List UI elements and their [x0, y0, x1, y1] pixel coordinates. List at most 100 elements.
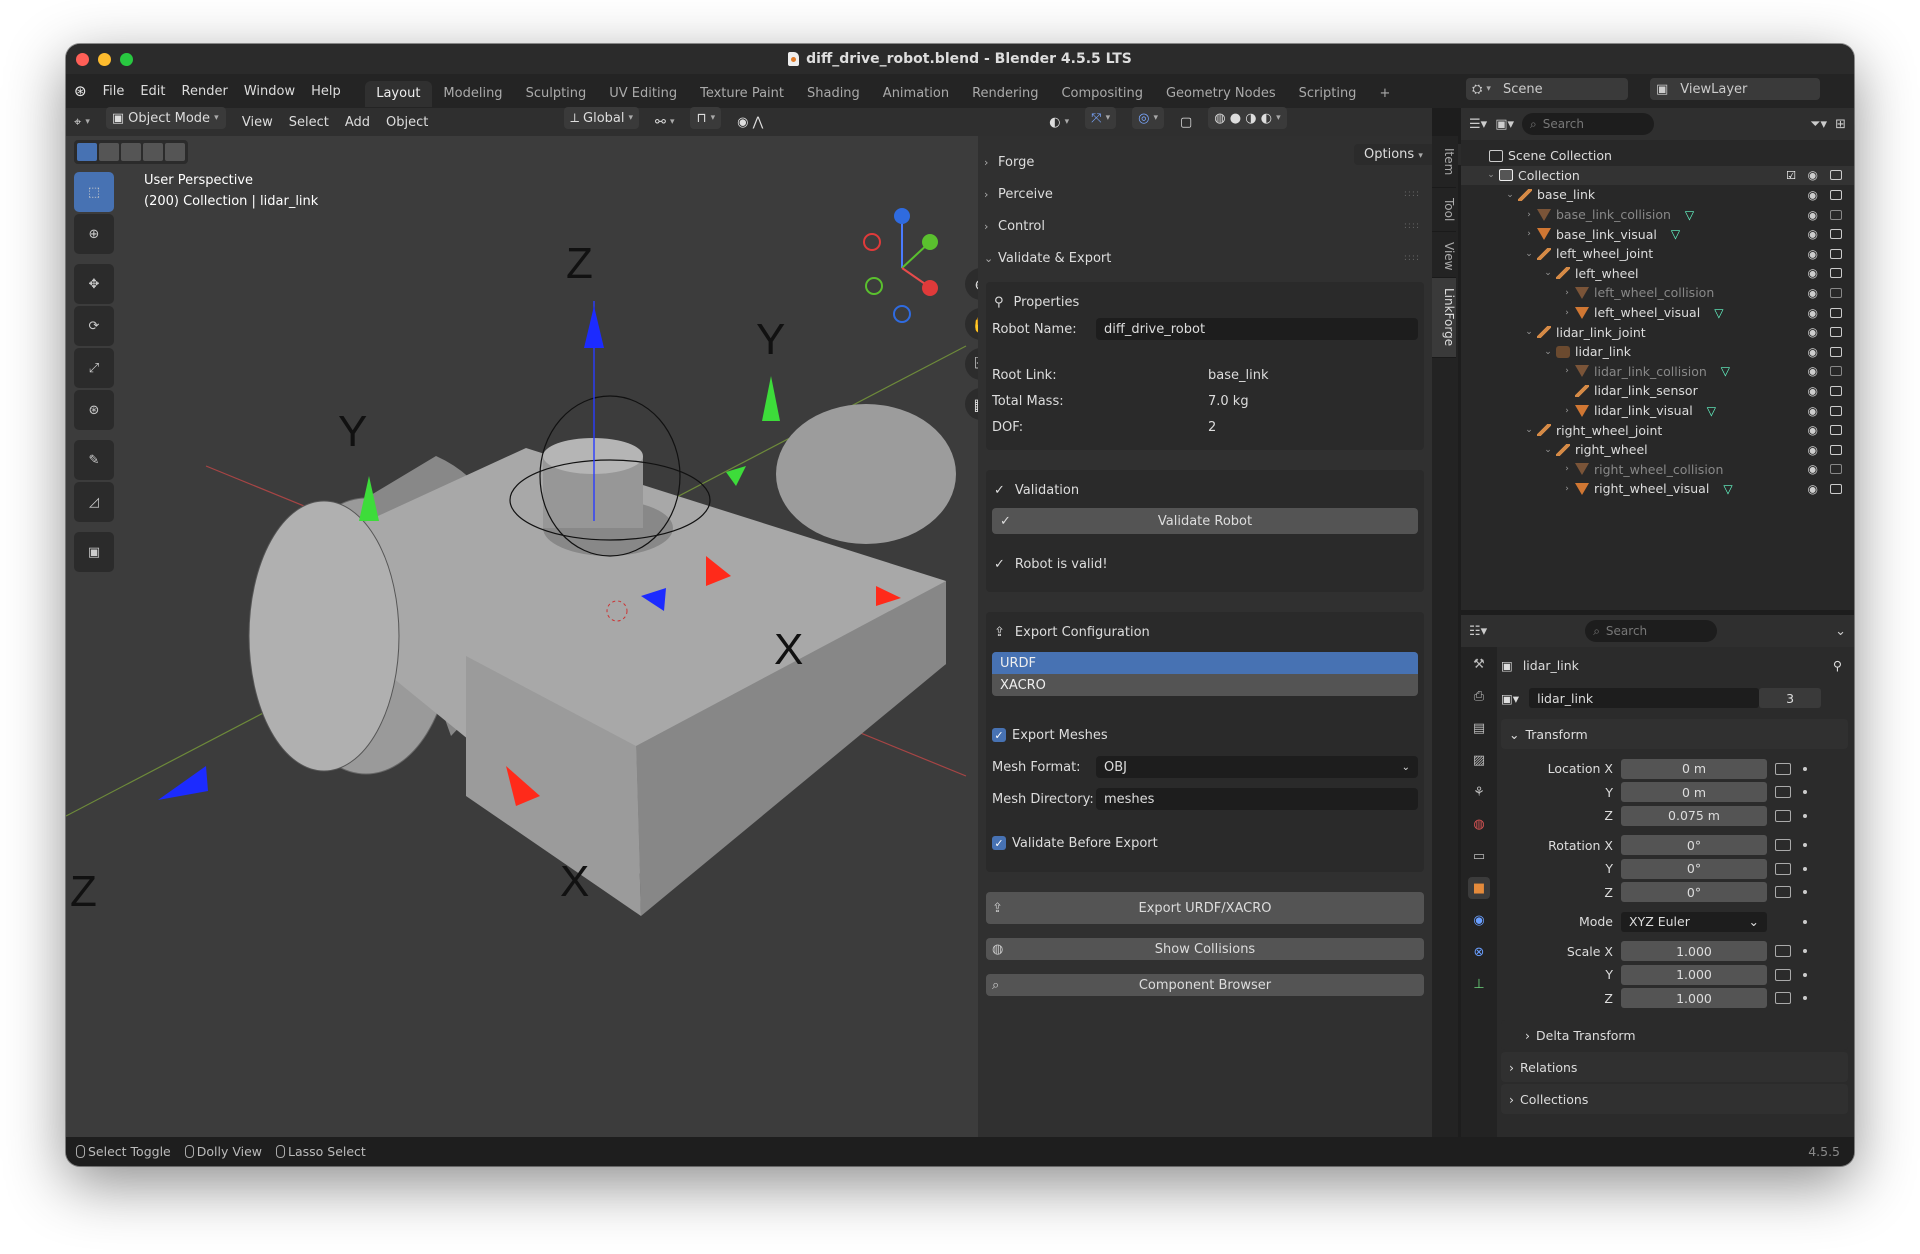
eye-icon[interactable]: ◉: [1808, 325, 1818, 339]
scale-y-field[interactable]: 1.000: [1621, 964, 1767, 985]
camera-icon[interactable]: [1830, 385, 1842, 396]
eye-icon[interactable]: ◉: [1808, 443, 1818, 457]
checkbox-checked-icon[interactable]: ✓: [992, 836, 1006, 850]
camera-icon[interactable]: [1830, 444, 1842, 455]
visibility-icon[interactable]: ◐ ▾: [1041, 111, 1077, 133]
chevron-down-icon[interactable]: ⌄: [1835, 624, 1846, 639]
camera-icon[interactable]: [1830, 189, 1842, 200]
outliner-item[interactable]: › right_wheel_visual ▽ ◉: [1461, 479, 1854, 499]
select-invert-icon[interactable]: [143, 143, 163, 161]
keyframe-dot-icon[interactable]: [1803, 972, 1807, 977]
tool-properties-icon[interactable]: ⚒: [1468, 653, 1490, 675]
pin-icon[interactable]: ⚲: [1833, 658, 1842, 673]
checkbox-checked-icon[interactable]: ☑: [1786, 169, 1796, 182]
outliner-item[interactable]: ⌄ lidar_link ◉: [1461, 342, 1854, 362]
chevron-right-icon[interactable]: ›: [1561, 366, 1573, 376]
show-collisions-button[interactable]: ◍ Show Collisions: [986, 938, 1424, 960]
chevron-down-icon[interactable]: ⌄: [1542, 268, 1554, 278]
mode-dropdown[interactable]: ▣ Object Mode ▾: [105, 107, 226, 129]
eye-icon[interactable]: ◉: [1808, 306, 1818, 320]
tab-uv-editing[interactable]: UV Editing: [598, 81, 689, 107]
keyframe-dot-icon[interactable]: [1803, 890, 1807, 895]
zoom-button[interactable]: [120, 53, 133, 66]
shading-modes[interactable]: ◍ ● ◑ ◐ ▾: [1208, 107, 1287, 129]
outliner-item[interactable]: ⌄ right_wheel_joint ◉: [1461, 420, 1854, 440]
xray-icon[interactable]: ▢: [1172, 111, 1200, 133]
eye-icon[interactable]: ◉: [1808, 384, 1818, 398]
tab-compositing[interactable]: Compositing: [1050, 81, 1155, 107]
lock-icon[interactable]: [1775, 786, 1791, 799]
camera-icon[interactable]: [1830, 346, 1842, 357]
object-data-icon[interactable]: ▣▾: [1501, 691, 1519, 706]
eye-icon[interactable]: ◉: [1808, 208, 1818, 222]
measure-tool-icon[interactable]: ◿: [74, 482, 114, 522]
collection-properties-icon[interactable]: ▭: [1468, 845, 1490, 867]
outliner-item[interactable]: › lidar_link_collision ▽ ◉: [1461, 362, 1854, 382]
pivot-icon[interactable]: ⚯ ▾: [647, 111, 682, 133]
transform-tool-icon[interactable]: ⊛: [74, 390, 114, 430]
output-properties-icon[interactable]: ▤: [1468, 717, 1490, 739]
chevron-down-icon[interactable]: ⌄: [1504, 190, 1516, 200]
add-workspace-icon[interactable]: +: [1368, 81, 1402, 107]
chevron-right-icon[interactable]: ›: [1523, 229, 1535, 239]
outliner-item[interactable]: ⌄ right_wheel ◉: [1461, 440, 1854, 460]
outliner-item[interactable]: › lidar_link_visual ▽ ◉: [1461, 401, 1854, 421]
tab-geometry-nodes[interactable]: Geometry Nodes: [1154, 81, 1287, 107]
eye-icon[interactable]: ◉: [1808, 227, 1818, 241]
camera-icon[interactable]: [1830, 209, 1842, 220]
scene-field[interactable]: ⛭ ▾ Scene: [1466, 78, 1628, 100]
mesh-data-icon[interactable]: ▽: [1671, 227, 1680, 241]
chevron-down-icon[interactable]: ⌄: [1523, 249, 1535, 259]
blender-logo-icon[interactable]: ⊛: [66, 82, 95, 100]
camera-icon[interactable]: [1830, 327, 1842, 338]
tab-scripting[interactable]: Scripting: [1287, 81, 1368, 107]
menu-edit[interactable]: Edit: [132, 84, 173, 99]
tab-modeling[interactable]: Modeling: [432, 81, 514, 107]
proportional-edit-icon[interactable]: ◉ ⋀: [729, 111, 771, 133]
camera-icon[interactable]: [1830, 464, 1842, 475]
rotate-tool-icon[interactable]: ⟳: [74, 306, 114, 346]
scene-collection-row[interactable]: Scene Collection: [1461, 146, 1854, 166]
eye-icon[interactable]: ◉: [1808, 462, 1818, 476]
camera-icon[interactable]: [1830, 366, 1842, 377]
mesh-data-icon[interactable]: ▽: [1723, 482, 1732, 496]
camera-icon[interactable]: [1830, 170, 1842, 181]
eye-icon[interactable]: ◉: [1808, 188, 1818, 202]
world-properties-icon[interactable]: ◍: [1468, 813, 1490, 835]
chevron-right-icon[interactable]: ›: [1561, 484, 1573, 494]
chevron-right-icon[interactable]: ›: [1561, 406, 1573, 416]
view-layer-field[interactable]: ▣ ViewLayer: [1650, 78, 1820, 100]
tab-linkforge[interactable]: LinkForge: [1432, 278, 1456, 358]
lock-icon[interactable]: [1775, 945, 1791, 958]
location-z-field[interactable]: 0.075 m: [1621, 805, 1767, 826]
lock-icon[interactable]: [1775, 992, 1791, 1005]
keyframe-dot-icon[interactable]: [1803, 766, 1807, 771]
component-browser-button[interactable]: ⌕ Component Browser: [986, 974, 1424, 996]
chevron-down-icon[interactable]: ⌄: [1485, 170, 1497, 180]
editor-type-icon[interactable]: ⌖ ▾: [66, 111, 98, 133]
camera-icon[interactable]: [1830, 483, 1842, 494]
eye-icon[interactable]: ◉: [1808, 345, 1818, 359]
minimize-button[interactable]: [98, 53, 111, 66]
object-properties-icon[interactable]: ■: [1468, 877, 1490, 899]
eye-icon[interactable]: ◉: [1808, 286, 1818, 300]
lock-icon[interactable]: [1775, 839, 1791, 852]
camera-icon[interactable]: [1830, 405, 1842, 416]
display-mode-icon[interactable]: ▣▾: [1495, 117, 1514, 132]
scale-x-field[interactable]: 1.000: [1621, 941, 1767, 962]
lock-icon[interactable]: [1775, 886, 1791, 899]
eye-icon[interactable]: ◉: [1808, 404, 1818, 418]
constraints-properties-icon[interactable]: ⊗: [1468, 941, 1490, 963]
rotation-mode-select[interactable]: XYZ Euler ⌄: [1621, 911, 1767, 932]
chevron-down-icon[interactable]: ⌄: [1523, 425, 1535, 435]
mesh-data-icon[interactable]: ▽: [1721, 364, 1730, 378]
chevron-right-icon[interactable]: ›: [1561, 308, 1573, 318]
lock-icon[interactable]: [1775, 762, 1791, 775]
collections-section[interactable]: › Collections: [1501, 1084, 1848, 1114]
tab-item[interactable]: Item: [1432, 136, 1456, 188]
menu-view[interactable]: View: [234, 111, 281, 133]
outliner-editor-icon[interactable]: ☰▾: [1469, 117, 1487, 132]
lock-icon[interactable]: [1775, 968, 1791, 981]
eye-icon[interactable]: ◉: [1808, 364, 1818, 378]
menu-object[interactable]: Object: [378, 111, 436, 133]
